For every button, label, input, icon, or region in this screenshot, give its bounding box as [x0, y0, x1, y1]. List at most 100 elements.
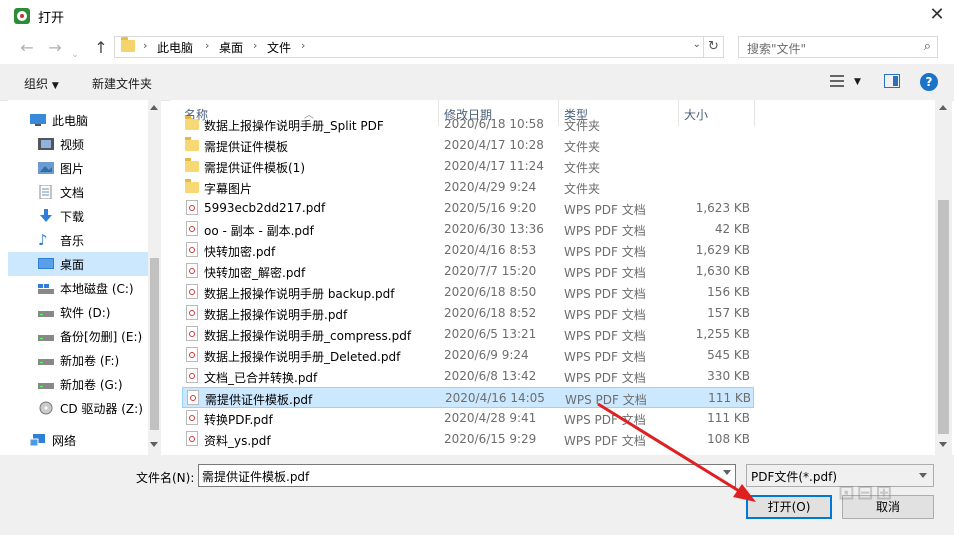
sidebar-item-drive-c[interactable]: 本地磁盘 (C:)	[8, 276, 148, 300]
sidebar-item-downloads[interactable]: 下载	[8, 204, 148, 228]
file-type: WPS PDF 文档	[564, 203, 646, 217]
file-row[interactable]: 文档_已合并转换.pdf 2020/6/8 13:42 WPS PDF 文档 330 …	[182, 366, 754, 387]
address-dropdown-icon[interactable]: ⌄	[693, 39, 701, 50]
sidebar-item-drive-z[interactable]: CD 驱动器 (Z:)	[8, 396, 148, 420]
sidebar-item-desktop[interactable]: 桌面	[8, 252, 148, 276]
sidebar-item-music[interactable]: ♪ 音乐	[8, 228, 148, 252]
file-size: 108 KB	[707, 432, 750, 446]
file-row[interactable]: 资料_ys.pdf 2020/6/15 9:29 WPS PDF 文档 108 KB	[182, 429, 754, 450]
organize-button[interactable]: 组织 ▼	[24, 75, 59, 92]
file-row[interactable]: 5993ecb2dd217.pdf 2020/5/16 9:20 WPS PDF 文…	[182, 198, 754, 219]
chevron-down-icon	[919, 473, 927, 478]
sidebar-item-label: 此电脑	[52, 114, 89, 128]
file-row[interactable]: 快转加密_解密.pdf 2020/7/7 15:20 WPS PDF 文档 1,630…	[182, 261, 754, 282]
computer-icon	[30, 113, 46, 127]
file-date: 2020/4/16 8:53	[444, 243, 537, 257]
file-date: 2020/4/28 9:41	[444, 411, 537, 425]
drive-icon	[38, 377, 54, 391]
sidebar-item-drive-g[interactable]: 新加卷 (G:)	[8, 372, 148, 396]
file-row[interactable]: 转换PDF.pdf 2020/4/28 9:41 WPS PDF 文档 111 KB	[182, 408, 754, 429]
file-date: 2020/6/8 13:42	[444, 369, 537, 383]
pdf-file-icon	[186, 242, 198, 257]
file-row[interactable]: 需提供证件模板 2020/4/17 10:28 文件夹	[182, 135, 754, 156]
scroll-down-icon[interactable]	[939, 442, 947, 447]
pdf-file-icon	[186, 431, 198, 446]
file-date: 2020/6/15 9:29	[444, 432, 537, 446]
file-type: WPS PDF 文档	[565, 393, 647, 407]
file-row[interactable]: 需提供证件模板(1) 2020/4/17 11:24 文件夹	[182, 156, 754, 177]
file-name: 数据上报操作说明手册_compress.pdf	[204, 329, 412, 343]
file-row[interactable]: 数据上报操作说明手册 backup.pdf 2020/6/18 8:50 WPS P…	[182, 282, 754, 303]
close-button[interactable]: ✕	[920, 0, 954, 32]
file-name: 资料_ys.pdf	[204, 434, 271, 448]
scroll-down-icon[interactable]	[150, 442, 158, 447]
file-type: WPS PDF 文档	[564, 287, 646, 301]
breadcrumb-desktop[interactable]: 桌面	[219, 39, 243, 56]
toolbar: 组织 ▼ 新建文件夹 ▼ ?	[0, 64, 954, 101]
sidebar-item-this-pc[interactable]: 此电脑	[8, 108, 148, 132]
file-row[interactable]: 数据上报操作说明手册_Deleted.pdf 2020/6/9 9:24 WPS P…	[182, 345, 754, 366]
sidebar-item-drive-e[interactable]: 备份[勿删] (E:)	[8, 324, 148, 348]
open-button[interactable]: 打开(O)	[746, 495, 832, 519]
address-bar[interactable]: › 此电脑 › 桌面 › 文件 › ⌄	[114, 36, 704, 58]
pdf-file-icon	[186, 326, 198, 341]
sidebar-item-network[interactable]: 网络	[8, 428, 148, 452]
refresh-icon: ↻	[708, 39, 719, 54]
back-button[interactable]: ←	[16, 37, 38, 59]
file-row[interactable]: 字幕图片 2020/4/29 9:24 文件夹	[182, 177, 754, 198]
file-date: 2020/4/17 11:24	[444, 159, 544, 173]
sidebar-item-videos[interactable]: 视频	[8, 132, 148, 156]
file-type: WPS PDF 文档	[564, 371, 646, 385]
file-date: 2020/6/5 13:21	[444, 327, 537, 341]
recent-locations-button[interactable]: ⌄	[70, 44, 80, 66]
scroll-up-icon[interactable]	[150, 105, 158, 110]
breadcrumb-files[interactable]: 文件	[267, 39, 291, 56]
sidebar-item-label: 新加卷 (F:)	[60, 354, 120, 368]
filename-dropdown-icon[interactable]	[723, 470, 731, 475]
file-type: WPS PDF 文档	[564, 413, 646, 427]
search-icon: ⌕	[923, 39, 931, 54]
file-row[interactable]: oo - 副本 - 副本.pdf 2020/6/30 13:36 WPS PDF 文…	[182, 219, 754, 240]
file-name: 快转加密_解密.pdf	[204, 266, 306, 280]
column-divider[interactable]	[754, 100, 755, 126]
scroll-up-icon[interactable]	[939, 105, 947, 110]
window-title: 打开	[38, 11, 65, 26]
file-list-scrollbar-thumb[interactable]	[938, 200, 949, 434]
title-bar: 打开 ✕	[0, 0, 954, 32]
file-row[interactable]: 数据上报操作说明手册_compress.pdf 2020/6/5 13:21 WPS…	[182, 324, 754, 345]
new-folder-button[interactable]: 新建文件夹	[92, 75, 152, 92]
view-options-icon[interactable]	[830, 74, 844, 88]
file-row[interactable]: 需提供证件模板.pdf 2020/4/16 14:05 WPS PDF 文档 111 …	[182, 387, 754, 408]
file-row[interactable]: 数据上报操作说明手册_Split PDF 2020/6/18 10:58 文件夹	[182, 114, 754, 135]
preview-pane-icon[interactable]	[884, 74, 900, 88]
sidebar-item-drive-d[interactable]: 软件 (D:)	[8, 300, 148, 324]
picture-icon	[38, 161, 54, 175]
sidebar-item-label: 本地磁盘 (C:)	[60, 282, 134, 296]
breadcrumb-this-pc[interactable]: 此电脑	[157, 39, 193, 56]
caret-down-icon: ▼	[51, 81, 59, 91]
file-type: WPS PDF 文档	[564, 308, 646, 322]
file-date: 2020/4/17 10:28	[444, 138, 544, 152]
sidebar-item-pictures[interactable]: 图片	[8, 156, 148, 180]
folder-icon	[185, 137, 199, 151]
file-row[interactable]: 快转加密.pdf 2020/4/16 8:53 WPS PDF 文档 1,629 KB	[182, 240, 754, 261]
pdf-file-icon	[186, 200, 198, 215]
file-row[interactable]: 数据上报操作说明手册.pdf 2020/6/18 8:52 WPS PDF 文档 15…	[182, 303, 754, 324]
sidebar-scrollbar-thumb[interactable]	[150, 258, 159, 430]
up-button[interactable]: ↑	[90, 37, 112, 59]
file-size: 1,623 KB	[695, 201, 750, 215]
search-input[interactable]: 搜索"文件" ⌕	[738, 36, 938, 58]
filename-input[interactable]: 需提供证件模板.pdf	[198, 464, 736, 487]
refresh-button[interactable]: ↻	[704, 36, 724, 58]
file-type: WPS PDF 文档	[564, 329, 646, 343]
sidebar-item-label: CD 驱动器 (Z:)	[60, 402, 143, 416]
help-icon[interactable]: ?	[920, 73, 938, 91]
sidebar-item-documents[interactable]: 文档	[8, 180, 148, 204]
file-size: 330 KB	[707, 369, 750, 383]
filetype-value: PDF文件(*.pdf)	[751, 470, 838, 484]
sidebar-item-drive-f[interactable]: 新加卷 (F:)	[8, 348, 148, 372]
file-list: ︿ 名称 修改日期 类型 大小 数据上报操作说明手册_Split PDF 2020…	[170, 100, 935, 455]
view-dropdown-icon[interactable]: ▼	[854, 77, 861, 87]
file-name: 需提供证件模板.pdf	[205, 393, 313, 407]
forward-button[interactable]: →	[44, 37, 66, 59]
